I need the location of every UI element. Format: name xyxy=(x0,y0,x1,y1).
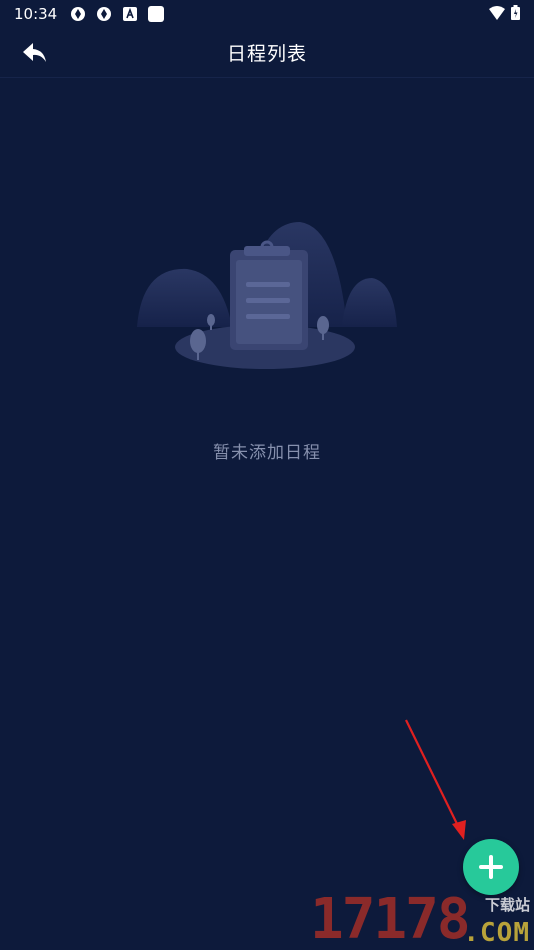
status-time: 10:34 xyxy=(14,5,58,23)
plus-icon xyxy=(479,855,503,879)
status-right-icons xyxy=(489,4,520,24)
sync-icon xyxy=(69,5,87,23)
empty-state-illustration xyxy=(132,212,402,382)
annotation-arrow xyxy=(405,719,466,840)
empty-state-message: 暂未添加日程 xyxy=(213,443,321,463)
header-bar: 日程列表 xyxy=(0,28,534,78)
watermark-number: 17178 xyxy=(310,887,471,950)
page-title: 日程列表 xyxy=(226,43,307,65)
back-button[interactable] xyxy=(18,38,52,68)
watermark-domain: .COM xyxy=(463,918,530,948)
square-icon xyxy=(147,5,165,23)
add-schedule-button[interactable] xyxy=(463,839,519,895)
status-bar: 10:34 xyxy=(0,0,534,28)
wifi-icon xyxy=(489,5,505,24)
watermark: 17178 下载站 .COM xyxy=(310,890,534,950)
a-icon xyxy=(121,5,139,23)
watermark-site-label: 下载站 xyxy=(484,896,530,914)
battery-icon xyxy=(511,4,520,24)
back-arrow-icon xyxy=(23,43,46,62)
sync-icon xyxy=(95,5,113,23)
